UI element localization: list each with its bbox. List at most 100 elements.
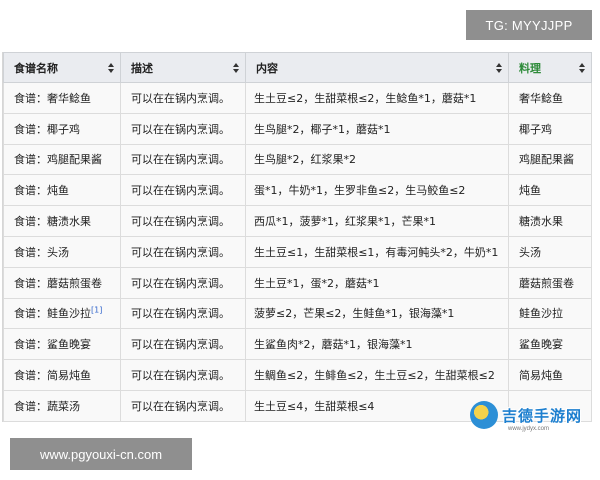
cell-description-text: 可以在在锅内烹调。 [131, 245, 230, 259]
cell-dish-text: 奢华鲶鱼 [519, 91, 563, 105]
cell-dish-text: 头汤 [519, 245, 541, 259]
cell-recipe-name-text: 食谱：蔬菜汤 [14, 399, 80, 413]
cell-ingredients: 蛋*1，牛奶*1，生罗非鱼≤2，生马鲛鱼≤2 [245, 174, 509, 207]
cell-ingredients-text: 生土豆≤2，生甜菜根≤2，生鲶鱼*1，蘑菇*1 [254, 91, 477, 105]
column-header-label: 内容 [256, 61, 278, 75]
cell-dish-text: 糖渍水果 [519, 215, 563, 229]
cell-ingredients: 生鲷鱼≤2，生鲱鱼≤2，生土豆≤2，生甜菜根≤2 [245, 359, 509, 391]
cell-description-text: 可以在在锅内烹调。 [131, 153, 230, 167]
table-row: 食谱：头汤 可以在在锅内烹调。 生土豆≤1，生甜菜根≤1，有毒河鲀头*2，牛奶*1 头… [3, 235, 592, 268]
cell-dish: 鲑鱼沙拉 [508, 297, 592, 330]
cell-recipe-name-text: 食谱：糖渍水果 [14, 215, 91, 229]
sort-icon[interactable] [579, 62, 585, 73]
cell-dish: 鸡腿配果酱 [508, 143, 592, 176]
cell-dish-text: 鲨鱼晚宴 [519, 338, 563, 352]
cell-recipe-name-text: 食谱：鲨鱼晚宴 [14, 338, 91, 352]
cell-description: 可以在在锅内烹调。 [120, 82, 246, 114]
column-header-label: 料理 [519, 61, 541, 75]
cell-description-text: 可以在在锅内烹调。 [131, 307, 230, 321]
cell-ingredients: 生土豆≤1，生甜菜根≤1，有毒河鲀头*2，牛奶*1 [245, 235, 509, 268]
cell-recipe-name-text: 食谱：椰子鸡 [14, 122, 80, 136]
cell-dish-text: 炖鱼 [519, 184, 541, 198]
cell-dish: 奢华鲶鱼 [508, 82, 592, 114]
footnote-link[interactable]: [1] [91, 306, 102, 315]
cell-description: 可以在在锅内烹调。 [120, 359, 246, 391]
cell-recipe-name: 食谱：鲑鱼沙拉[1] [3, 297, 121, 330]
cell-recipe-name: 食谱：炖鱼 [3, 174, 121, 207]
cell-ingredients-text: 生鲨鱼肉*2，蘑菇*1，银海藻*1 [254, 338, 413, 352]
cell-description-text: 可以在在锅内烹调。 [131, 122, 230, 136]
cell-ingredients: 菠萝≤2，芒果≤2，生鲑鱼*1，银海藻*1 [245, 297, 509, 330]
recipe-table-container: 食谱名称 描述 内容 料理 食谱：奢华鲶鱼 可以在在锅内烹调。 生土豆≤2，生甜… [2, 52, 592, 422]
cell-dish: 头汤 [508, 235, 592, 268]
table-row: 食谱：鸡腿配果酱 可以在在锅内烹调。 生鸟腿*2，红浆果*2 鸡腿配果酱 [3, 143, 592, 176]
column-header-desc[interactable]: 描述 [120, 52, 246, 83]
cell-ingredients: 生土豆≤2，生甜菜根≤2，生鲶鱼*1，蘑菇*1 [245, 82, 509, 114]
column-header-name[interactable]: 食谱名称 [3, 52, 121, 83]
cell-description: 可以在在锅内烹调。 [120, 235, 246, 268]
table-row: 食谱：蘑菇煎蛋卷 可以在在锅内烹调。 生土豆*1，蛋*2，蘑菇*1 蘑菇煎蛋卷 [3, 266, 592, 299]
cell-ingredients-text: 菠萝≤2，芒果≤2，生鲑鱼*1，银海藻*1 [254, 307, 455, 321]
table-row: 食谱：炖鱼 可以在在锅内烹调。 蛋*1，牛奶*1，生罗非鱼≤2，生马鲛鱼≤2 炖鱼 [3, 174, 592, 207]
cell-description-text: 可以在在锅内烹调。 [131, 91, 230, 105]
logo-text: 吉德手游网 [502, 406, 583, 425]
cell-ingredients-text: 生鸟腿*2，椰子*1，蘑菇*1 [254, 122, 391, 136]
cell-recipe-name: 食谱：蘑菇煎蛋卷 [3, 266, 121, 299]
cell-recipe-name-text: 食谱：奢华鲶鱼 [14, 91, 91, 105]
cell-recipe-name: 食谱：简易炖鱼 [3, 359, 121, 391]
cell-ingredients: 西瓜*1，菠萝*1，红浆果*1，芒果*1 [245, 205, 509, 237]
cell-description-text: 可以在在锅内烹调。 [131, 369, 230, 383]
tg-watermark: TG: MYYJJPP [466, 10, 592, 40]
cell-dish-text: 椰子鸡 [519, 122, 552, 136]
site-logo: 吉德手游网 www.jydyx.com [470, 396, 596, 434]
cell-recipe-name: 食谱：头汤 [3, 235, 121, 268]
cell-description: 可以在在锅内烹调。 [120, 328, 246, 361]
cell-description: 可以在在锅内烹调。 [120, 112, 246, 145]
cell-dish: 糖渍水果 [508, 205, 592, 237]
cell-description-text: 可以在在锅内烹调。 [131, 276, 230, 290]
table-row: 食谱：奢华鲶鱼 可以在在锅内烹调。 生土豆≤2，生甜菜根≤2，生鲶鱼*1，蘑菇*1 奢… [3, 82, 592, 114]
cell-ingredients-text: 蛋*1，牛奶*1，生罗非鱼≤2，生马鲛鱼≤2 [254, 184, 466, 198]
sort-icon[interactable] [108, 62, 114, 73]
cell-description: 可以在在锅内烹调。 [120, 297, 246, 330]
cell-ingredients-text: 生鲷鱼≤2，生鲱鱼≤2，生土豆≤2，生甜菜根≤2 [254, 369, 495, 383]
cell-recipe-name: 食谱：椰子鸡 [3, 112, 121, 145]
cell-recipe-name: 食谱：糖渍水果 [3, 205, 121, 237]
cell-dish-text: 鸡腿配果酱 [519, 153, 574, 167]
cell-recipe-name-text: 食谱：头汤 [14, 245, 69, 259]
cell-ingredients: 生鸟腿*2，椰子*1，蘑菇*1 [245, 112, 509, 145]
cell-recipe-name-text: 食谱：蘑菇煎蛋卷 [14, 276, 102, 290]
cell-description: 可以在在锅内烹调。 [120, 205, 246, 237]
cell-ingredients-text: 生土豆*1，蛋*2，蘑菇*1 [254, 276, 380, 290]
cell-recipe-name-text: 食谱：鲑鱼沙拉 [14, 307, 91, 321]
cell-dish-text: 鲑鱼沙拉 [519, 307, 563, 321]
table-row: 食谱：糖渍水果 可以在在锅内烹调。 西瓜*1，菠萝*1，红浆果*1，芒果*1 糖渍水果 [3, 205, 592, 237]
table-row: 食谱：简易炖鱼 可以在在锅内烹调。 生鲷鱼≤2，生鲱鱼≤2，生土豆≤2，生甜菜根≤2… [3, 359, 592, 391]
cell-dish: 蘑菇煎蛋卷 [508, 266, 592, 299]
sort-icon[interactable] [233, 62, 239, 73]
cell-recipe-name: 食谱：蔬菜汤 [3, 389, 121, 422]
cell-ingredients-text: 生鸟腿*2，红浆果*2 [254, 153, 356, 167]
cell-recipe-name: 食谱：奢华鲶鱼 [3, 82, 121, 114]
cell-dish: 炖鱼 [508, 174, 592, 207]
cell-description: 可以在在锅内烹调。 [120, 389, 246, 422]
cell-dish-text: 简易炖鱼 [519, 369, 563, 383]
sort-icon[interactable] [496, 62, 502, 73]
column-header-label: 食谱名称 [14, 61, 58, 75]
cell-ingredients-text: 生土豆≤4，生甜菜根≤4 [254, 399, 375, 413]
cell-dish: 椰子鸡 [508, 112, 592, 145]
table-row: 食谱：鲑鱼沙拉[1] 可以在在锅内烹调。 菠萝≤2，芒果≤2，生鲑鱼*1，银海藻*1… [3, 297, 592, 330]
url-watermark: www.pgyouxi-cn.com [10, 438, 192, 470]
cell-dish: 简易炖鱼 [508, 359, 592, 391]
cell-ingredients: 生鸟腿*2，红浆果*2 [245, 143, 509, 176]
table-body: 食谱：奢华鲶鱼 可以在在锅内烹调。 生土豆≤2，生甜菜根≤2，生鲶鱼*1，蘑菇*1 奢… [3, 82, 592, 422]
cell-ingredients-text: 生土豆≤1，生甜菜根≤1，有毒河鲀头*2，牛奶*1 [254, 245, 499, 259]
column-header-dish[interactable]: 料理 [508, 52, 592, 83]
cell-ingredients: 生土豆*1，蛋*2，蘑菇*1 [245, 266, 509, 299]
cell-recipe-name: 食谱：鲨鱼晚宴 [3, 328, 121, 361]
cell-description-text: 可以在在锅内烹调。 [131, 338, 230, 352]
column-header-label: 描述 [131, 61, 153, 75]
column-header-content[interactable]: 内容 [245, 52, 509, 83]
cell-dish-text: 蘑菇煎蛋卷 [519, 276, 574, 290]
recipe-table: 食谱名称 描述 内容 料理 食谱：奢华鲶鱼 可以在在锅内烹调。 生土豆≤2，生甜… [3, 52, 592, 422]
